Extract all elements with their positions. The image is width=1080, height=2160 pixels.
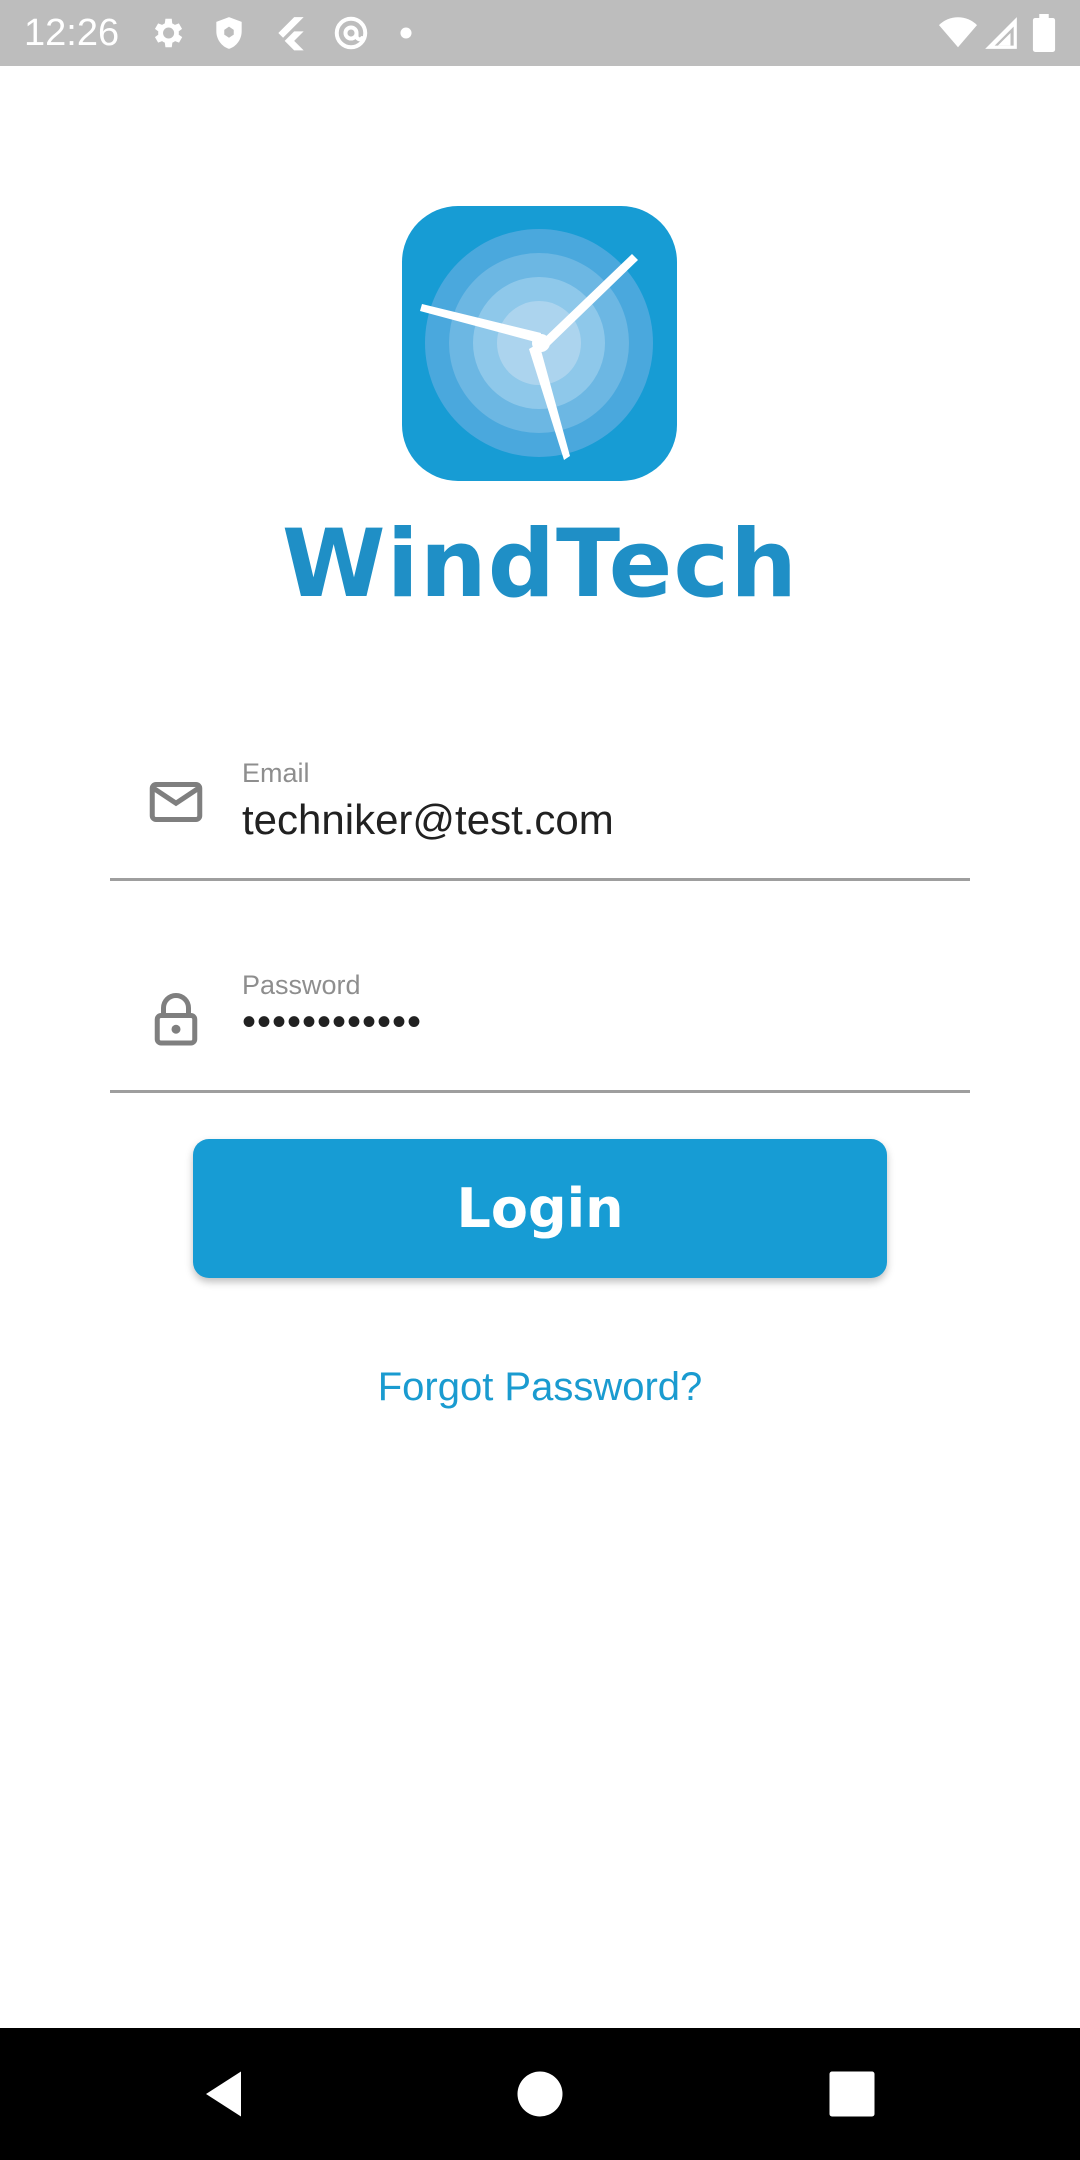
wind-turbine-icon <box>402 206 677 481</box>
status-bar: 12:26 <box>0 0 1080 66</box>
password-input[interactable]: •••••••••••• <box>242 1000 422 1045</box>
battery-icon <box>1030 14 1058 52</box>
home-icon[interactable] <box>510 2064 570 2124</box>
status-time: 12:26 <box>24 12 120 54</box>
password-label: Password <box>242 970 361 1000</box>
wifi-icon <box>936 14 980 52</box>
login-button[interactable]: Login <box>193 1139 887 1278</box>
back-icon[interactable] <box>196 2064 256 2124</box>
email-field[interactable]: Email techniker@test.com <box>110 758 970 881</box>
signal-icon <box>982 14 1020 52</box>
forgot-password-link[interactable]: Forgot Password? <box>0 1365 1080 1410</box>
navigation-bar <box>0 2028 1080 2160</box>
login-screen: 12:26 WindTech Email techniker@test.com … <box>0 0 1080 2160</box>
at-sign-icon <box>332 14 370 52</box>
mail-icon <box>146 772 206 832</box>
dot-icon <box>396 14 416 52</box>
flutter-icon <box>272 14 310 52</box>
email-label: Email <box>242 758 310 788</box>
settings-icon <box>148 14 186 52</box>
email-input[interactable]: techniker@test.com <box>242 796 614 844</box>
password-field[interactable]: Password •••••••••••• <box>110 970 970 1093</box>
recents-icon[interactable] <box>822 2064 882 2124</box>
app-name: WindTech <box>281 510 799 619</box>
shield-icon <box>210 14 248 52</box>
lock-icon <box>146 988 206 1048</box>
